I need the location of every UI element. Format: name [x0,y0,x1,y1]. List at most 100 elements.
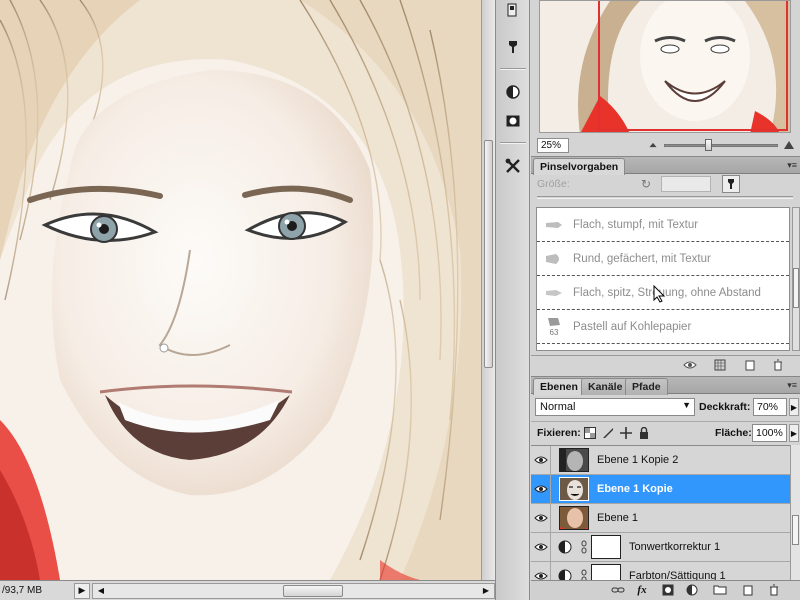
brush-preset-name: Rund, gefächert, mit Textur [573,252,711,265]
add-mask-icon[interactable] [661,583,675,596]
zoom-slider-knob[interactable] [705,138,713,151]
layer-mask-thumbnail[interactable] [591,564,621,581]
panel-menu-icon[interactable]: ▾≡ [787,160,797,171]
brush-size-slider[interactable] [537,196,793,199]
lock-transparency-icon[interactable] [583,426,596,439]
lock-all-icon[interactable] [637,426,650,439]
lock-label: Fixieren: [537,427,581,439]
brush-size-row: Größe: ↻ [531,174,800,198]
layer-mask-thumbnail[interactable] [591,535,621,559]
eye-icon[interactable] [531,446,551,474]
masks-dock-icon[interactable] [502,110,524,132]
scroll-right-arrow-icon[interactable]: ▶ [480,585,492,597]
brush-scroll-thumb[interactable] [793,268,799,308]
layer-row[interactable]: Ebene 1 [531,504,790,533]
opacity-field[interactable]: 70% [753,398,787,416]
canvas-horizontal-scrollbar[interactable]: ◀ ▶ [92,582,495,599]
zoom-in-mountain-icon[interactable] [783,141,794,149]
layer-row[interactable]: Tonwertkorrektur 1 [531,533,790,562]
new-group-folder-icon[interactable] [713,583,727,596]
reset-size-icon[interactable]: ↻ [641,177,655,191]
brush-preset-list: Flach, stumpf, mit Textur Rund, gefächer… [536,207,790,351]
brush-list-scrollbar[interactable] [792,207,800,351]
link-layers-icon[interactable] [611,583,625,596]
brush-preset-item[interactable]: Flach, stumpf, mit Textur [537,208,789,242]
layer-row-selected[interactable]: Ebene 1 Kopie [531,475,790,504]
layers-panel-footer: fx [531,580,800,600]
new-layer-icon[interactable] [741,583,755,596]
scroll-left-arrow-icon[interactable]: ◀ [95,585,107,597]
navigator-view-frame[interactable] [598,1,788,131]
flat-blunt-brush-icon [537,210,571,240]
navigator-zoom-slider[interactable] [664,138,778,151]
navigator-preview[interactable] [539,0,791,133]
brush-panel-footer [531,355,800,373]
blend-mode-value: Normal [540,401,576,413]
horizontal-scroll-thumb[interactable] [283,584,343,597]
layer-thumbnail [559,448,589,472]
opacity-slider-arrow-icon[interactable]: ▶ [789,398,799,416]
zoom-out-mountain-icon[interactable] [649,142,657,148]
layer-list-scrollbar[interactable] [790,445,800,581]
panel-menu-icon[interactable]: ▾≡ [787,380,797,391]
dock-separator [500,142,526,144]
history-brush-dock-icon[interactable] [502,0,524,22]
lock-row: Fixieren: Fläche: 100% ▶ [531,421,800,443]
status-menu-arrow-icon[interactable]: ▶ [74,582,90,599]
navigator-zoom-bar: 25% [531,136,800,154]
blend-mode-select[interactable]: Normal ▼ [535,398,695,416]
layer-name: Ebene 1 [597,512,638,524]
layer-name: Tonwertkorrektur 1 [629,541,721,553]
new-preset-icon[interactable] [743,358,757,371]
brush-preset-name: Flach, stumpf, mit Textur [573,218,699,231]
trash-icon[interactable] [767,583,781,596]
fill-label: Fläche: [715,427,752,439]
photoshop-window: /93,7 MB ▶ ◀ ▶ 25% Pinselvorgaben ▾≡ Grö… [0,0,800,600]
layer-row[interactable]: Ebene 1 Kopie 2 [531,446,790,475]
eye-icon[interactable] [531,562,551,581]
layers-tabbar: Ebenen Kanäle Pfade ▾≡ [531,376,800,395]
chevron-down-icon: ▼ [682,400,691,410]
layer-style-fx-icon[interactable]: fx [635,583,649,596]
adjustments-dock-icon[interactable] [502,81,524,103]
vertical-scroll-thumb[interactable] [484,140,493,368]
brush-preset-item[interactable]: Rund, gefächert, mit Textur [537,242,789,276]
right-panel-area: 25% Pinselvorgaben ▾≡ Größe: ↻ Flach, st… [531,0,800,600]
brush-panel-toggle-icon[interactable] [722,175,740,193]
layer-row[interactable]: Farbton/Sättigung 1 [531,562,790,581]
brush-grid-icon[interactable] [713,358,727,371]
lock-position-move-icon[interactable] [619,426,632,439]
tab-paths[interactable]: Pfade [625,378,668,395]
eye-icon[interactable] [683,358,697,371]
eye-icon[interactable] [531,533,551,561]
flat-pointed-brush-icon [537,278,571,308]
eye-icon[interactable] [531,475,551,503]
tab-layers[interactable]: Ebenen [533,378,585,395]
opacity-label: Deckkraft: [699,401,751,413]
layer-thumbnail [559,477,589,501]
tab-channels[interactable]: Kanäle [581,378,630,395]
lock-image-brush-icon[interactable] [601,426,614,439]
fill-field[interactable]: 100% [752,424,787,442]
new-adjustment-icon[interactable] [685,583,699,596]
tool-presets-dock-icon[interactable] [502,155,524,177]
pastel-brush-icon: 63 [537,312,571,342]
navigator-zoom-field[interactable]: 25% [537,137,569,153]
layer-name: Ebene 1 Kopie 2 [597,454,679,466]
fill-slider-arrow-icon[interactable]: ▶ [789,424,799,442]
trash-icon[interactable] [771,358,785,371]
document-canvas[interactable] [0,0,481,580]
brush-preset-item[interactable]: 63 Pastell auf Kohlepapier [537,310,789,344]
chain-link-icon[interactable] [579,540,589,554]
brush-presets-dock-icon[interactable] [502,36,524,58]
eye-icon[interactable] [531,504,551,532]
brush-presets-tabbar: Pinselvorgaben ▾≡ [531,156,800,175]
brush-size-field[interactable] [661,176,711,192]
brush-preset-item[interactable]: Flach, spitz, Streuung, ohne Abstand [537,276,789,310]
dock-separator [500,68,526,70]
mouse-cursor-icon [653,285,666,303]
layer-list: Ebene 1 Kopie 2 Ebene 1 Kopie Ebene 1 To… [531,445,790,581]
layer-scroll-thumb[interactable] [792,515,799,545]
canvas-vertical-scrollbar[interactable] [481,0,495,580]
tab-brush-presets[interactable]: Pinselvorgaben [533,158,626,175]
